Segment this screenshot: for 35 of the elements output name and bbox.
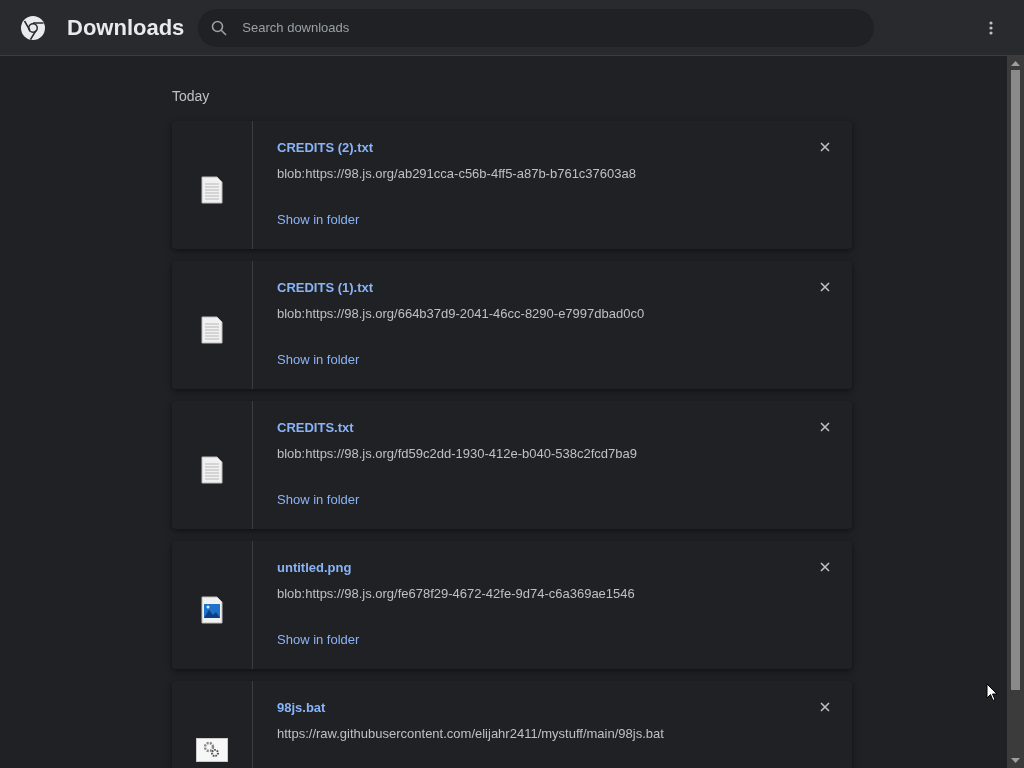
scroll-up-icon[interactable] bbox=[1011, 60, 1020, 66]
file-name-link[interactable]: CREDITS (2).txt bbox=[277, 138, 374, 158]
file-name-link[interactable]: 98js.bat bbox=[277, 698, 326, 718]
file-name-link[interactable]: CREDITS.txt bbox=[277, 418, 354, 438]
text-file-icon bbox=[201, 456, 223, 484]
show-in-folder-link[interactable]: Show in folder bbox=[277, 629, 360, 649]
source-url: blob:https://98.js.org/664b37d9-2041-46cc-8290-e7997dbad0c0 bbox=[277, 305, 645, 323]
file-name-link[interactable]: CREDITS (1).txt bbox=[277, 278, 374, 298]
source-url: https://raw.githubusercontent.com/elijahr2411/mystuff/main/98js.bat bbox=[277, 725, 664, 743]
close-icon[interactable] bbox=[820, 282, 830, 292]
close-icon[interactable] bbox=[820, 562, 830, 572]
text-file-icon bbox=[201, 316, 223, 344]
search-icon bbox=[211, 19, 228, 36]
section-heading: Today bbox=[172, 87, 211, 106]
file-name-link[interactable]: untitled.png bbox=[277, 558, 352, 578]
image-file-icon bbox=[201, 596, 223, 624]
show-in-folder-link[interactable]: Show in folder bbox=[277, 349, 360, 369]
text-file-icon bbox=[201, 176, 223, 204]
mouse-cursor-icon bbox=[986, 683, 998, 702]
source-url: blob:https://98.js.org/fd59c2dd-1930-412e-b040-538c2fcd7ba9 bbox=[277, 445, 637, 463]
scroll-down-icon[interactable] bbox=[1011, 758, 1020, 764]
page-title: Downloads bbox=[67, 14, 185, 42]
show-in-folder-link[interactable]: Show in folder bbox=[277, 209, 360, 229]
show-in-folder-link[interactable]: Show in folder bbox=[277, 489, 360, 509]
more-menu-icon[interactable] bbox=[989, 20, 993, 35]
browser-logo-icon bbox=[21, 15, 45, 40]
close-icon[interactable] bbox=[820, 422, 830, 432]
close-icon[interactable] bbox=[820, 142, 830, 152]
gears-file-icon bbox=[196, 738, 228, 762]
search-field[interactable]: Search downloads bbox=[198, 8, 875, 47]
close-icon[interactable] bbox=[820, 702, 830, 712]
source-url: blob:https://98.js.org/ab291cca-c56b-4ff5-a87b-b761c37603a8 bbox=[277, 165, 636, 183]
scrollbar-thumb[interactable] bbox=[1011, 70, 1020, 690]
scrollbar[interactable] bbox=[1007, 56, 1024, 768]
source-url: blob:https://98.js.org/fe678f29-4672-42fe-9d74-c6a369ae1546 bbox=[277, 585, 635, 603]
